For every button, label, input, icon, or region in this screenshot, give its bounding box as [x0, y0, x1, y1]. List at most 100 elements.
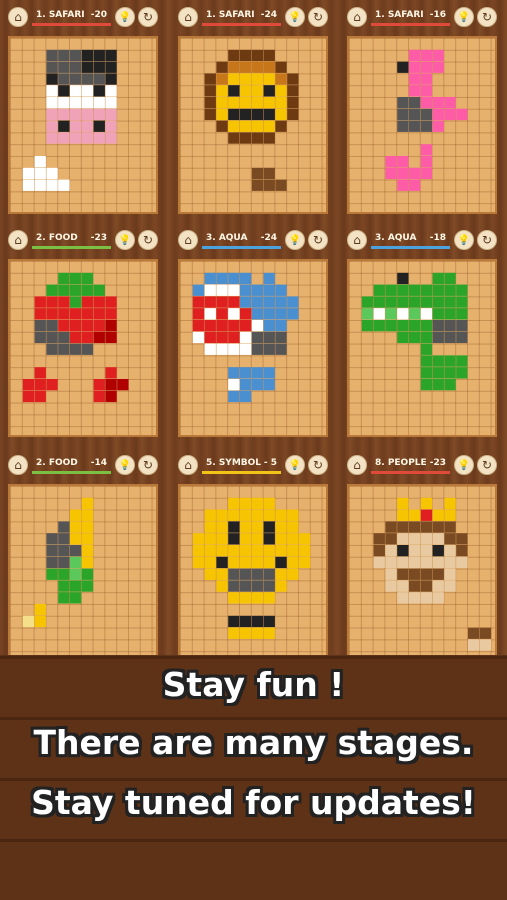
pixel-cell — [251, 556, 264, 569]
stage-card[interactable]: ⌂ 1. SAFARI -20 💡 ↻ — [4, 2, 162, 217]
stage-header: ⌂ 2. FOOD -23 💡 ↻ — [4, 225, 162, 255]
restart-icon[interactable]: ↻ — [138, 230, 158, 250]
stage-grid[interactable] — [347, 484, 497, 662]
stage-grid[interactable] — [178, 36, 328, 214]
pixel-cell — [105, 331, 117, 344]
pixel-cell — [263, 49, 275, 62]
lightbulb-icon[interactable]: 💡 — [115, 230, 135, 250]
pixel-cell — [216, 296, 228, 308]
lightbulb-icon[interactable]: 💡 — [115, 455, 135, 475]
lightbulb-icon[interactable]: 💡 — [454, 230, 474, 250]
stage-card[interactable]: ⌂ 2. FOOD -23 💡 ↻ — [4, 225, 162, 440]
pixel-cell — [216, 73, 228, 85]
stage-grid[interactable] — [178, 484, 328, 662]
home-icon[interactable]: ⌂ — [347, 230, 367, 250]
pixel-cell — [70, 272, 82, 285]
pixel-cell — [81, 308, 94, 320]
pixel-cell — [275, 85, 287, 97]
pixel-cell — [385, 556, 397, 569]
pixel-cell — [105, 296, 117, 308]
pixel-cell — [240, 390, 252, 403]
pixel-cell — [58, 284, 70, 296]
pixel-cell — [204, 320, 216, 332]
pixel-cell — [228, 615, 240, 628]
stage-header: ⌂ 8. PEOPLE -23 💡 ↻ — [343, 450, 501, 480]
pixel-cell — [93, 308, 105, 320]
home-icon[interactable]: ⌂ — [178, 7, 198, 27]
pixel-cell — [93, 108, 105, 121]
pixel-cell — [34, 296, 46, 308]
stage-grid[interactable] — [8, 259, 158, 437]
pixel-cell — [93, 284, 105, 296]
stage-card[interactable]: ⌂ 1. SAFARI -16 💡 ↻ — [343, 2, 501, 217]
lightbulb-icon[interactable]: 💡 — [285, 230, 305, 250]
pixel-cell — [263, 320, 275, 332]
home-icon[interactable]: ⌂ — [178, 230, 198, 250]
pixel-cell — [81, 568, 94, 580]
stage-card[interactable]: ⌂ 3. AQUA -24 💡 ↻ — [174, 225, 332, 440]
pixel-cell — [251, 545, 264, 557]
home-icon[interactable]: ⌂ — [178, 455, 198, 475]
pixel-cell — [216, 308, 228, 320]
pixel-cell — [251, 343, 264, 355]
restart-icon[interactable]: ↻ — [308, 455, 328, 475]
stage-card[interactable]: ⌂ 8. PEOPLE -23 💡 ↻ — [343, 450, 501, 665]
stage-grid[interactable] — [347, 259, 497, 437]
pixel-cell — [361, 296, 374, 308]
stage-grid[interactable] — [8, 484, 158, 662]
home-icon[interactable]: ⌂ — [8, 7, 28, 27]
home-icon[interactable]: ⌂ — [8, 455, 28, 475]
stage-card[interactable]: ⌂ 3. AQUA -18 💡 ↻ — [343, 225, 501, 440]
home-icon[interactable]: ⌂ — [347, 7, 367, 27]
stage-grid[interactable] — [8, 36, 158, 214]
pixel-cell — [287, 73, 299, 85]
pixel-cell — [275, 179, 287, 191]
home-icon[interactable]: ⌂ — [8, 230, 28, 250]
pixel-cell — [70, 509, 82, 521]
pixel-cell — [93, 85, 105, 97]
lightbulb-icon[interactable]: 💡 — [115, 7, 135, 27]
pixel-cell — [240, 73, 252, 85]
banner-line-1: Stay fun ! — [162, 665, 345, 704]
lightbulb-icon[interactable]: 💡 — [285, 455, 305, 475]
lightbulb-icon[interactable]: 💡 — [454, 7, 474, 27]
pixel-cell — [240, 343, 252, 355]
lightbulb-icon[interactable]: 💡 — [454, 455, 474, 475]
pixel-cell — [251, 108, 264, 121]
restart-icon[interactable]: ↻ — [138, 7, 158, 27]
pixel-cell — [420, 296, 433, 308]
stage-card[interactable]: ⌂ 2. FOOD -14 💡 ↻ — [4, 450, 162, 665]
stage-score: -23 — [90, 233, 107, 243]
pixel-cell — [228, 132, 240, 144]
pixel-cell — [46, 308, 58, 320]
restart-icon[interactable]: ↻ — [477, 7, 497, 27]
pixel-cell — [287, 533, 299, 545]
pixel-cell — [117, 379, 129, 391]
stage-grid[interactable] — [347, 36, 497, 214]
pixel-cell — [251, 627, 264, 639]
pixel-cell — [192, 284, 205, 296]
restart-icon[interactable]: ↻ — [308, 7, 328, 27]
pixel-cell — [263, 284, 275, 296]
pixel-cell — [373, 545, 385, 557]
restart-icon[interactable]: ↻ — [138, 455, 158, 475]
stage-score: -16 — [429, 10, 446, 20]
lightbulb-icon[interactable]: 💡 — [285, 7, 305, 27]
pixel-cell — [240, 497, 252, 510]
pixel-cell — [34, 156, 46, 168]
pixel-cell — [34, 331, 46, 344]
stage-grid[interactable] — [178, 259, 328, 437]
restart-icon[interactable]: ↻ — [477, 230, 497, 250]
stage-card[interactable]: ⌂ 5. SYMBOL - 5 💡 ↻ — [174, 450, 332, 665]
home-icon[interactable]: ⌂ — [347, 455, 367, 475]
pixel-cell — [204, 331, 216, 344]
pixel-cell — [228, 627, 240, 639]
stage-card[interactable]: ⌂ 1. SAFARI -24 💡 ↻ — [174, 2, 332, 217]
restart-icon[interactable]: ↻ — [477, 455, 497, 475]
stage-score: -18 — [429, 233, 446, 243]
stage-score: -20 — [90, 10, 107, 20]
pixel-cell — [81, 556, 94, 569]
pixel-cell — [58, 556, 70, 569]
restart-icon[interactable]: ↻ — [308, 230, 328, 250]
pixel-cell — [240, 85, 252, 97]
